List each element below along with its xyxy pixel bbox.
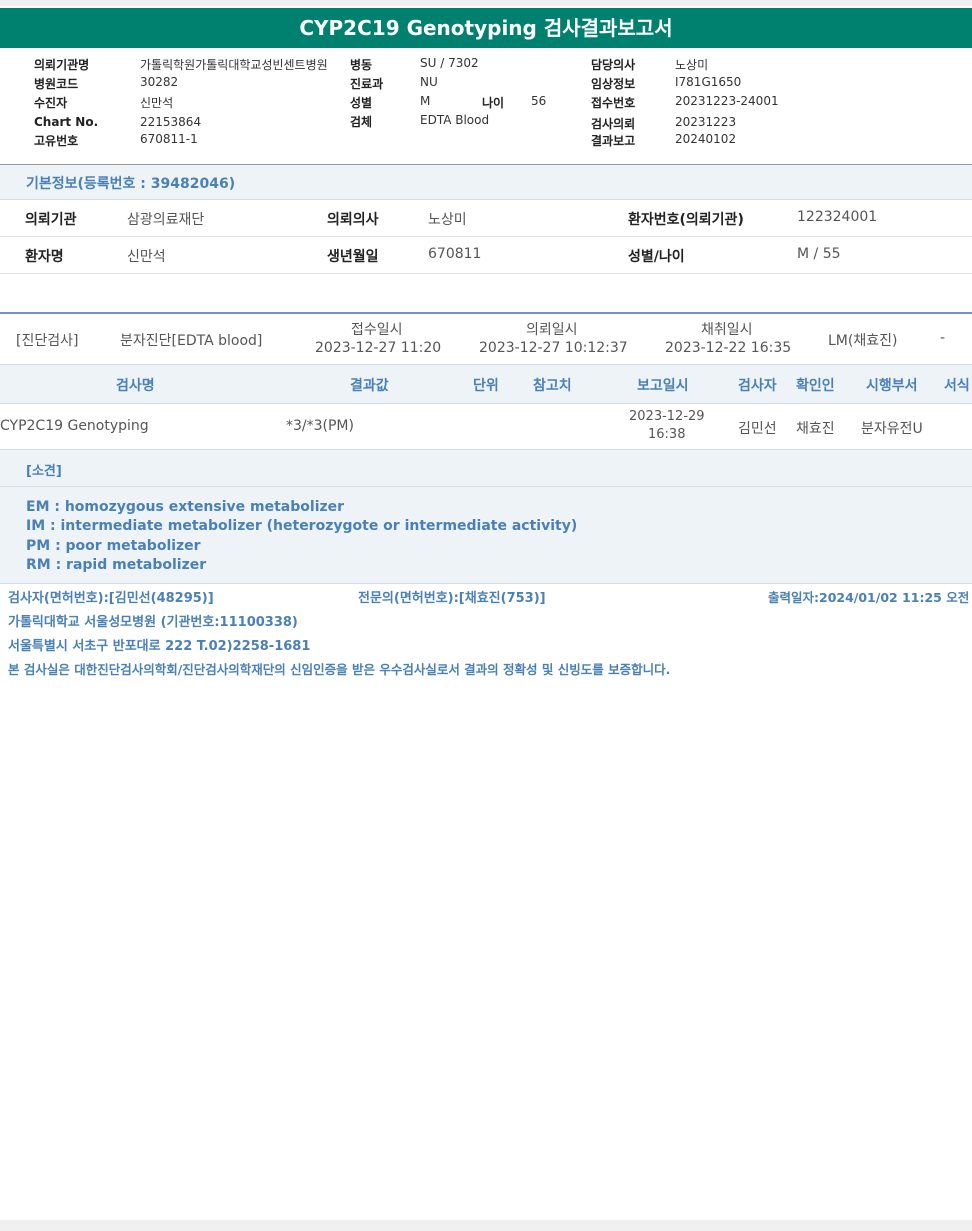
findings-body: EM : homozygous extensive metabolizer IM…: [0, 487, 972, 584]
collect-time-value: 2023-12-22 16:35: [665, 340, 792, 356]
result-row: CYP2C19 Genotyping *3/*3(PM) 2023-12-29 …: [0, 403, 972, 450]
hospital-code-value: 30282: [140, 75, 179, 89]
patient-value: 신만석: [140, 96, 174, 110]
patient-name-label: 환자명: [25, 249, 64, 265]
receipt-no-label: 접수번호: [591, 96, 636, 110]
finding-line-im: IM : intermediate metabolizer (heterozyg…: [26, 518, 578, 534]
request-date-label: 검사의뢰: [591, 117, 636, 131]
col-report-time: 보고일시: [637, 378, 689, 394]
req-org-label: 의뢰기관: [25, 212, 77, 228]
req-doctor-label: 의뢰의사: [327, 212, 379, 228]
footer-print-date: 출력일자:2024/01/02 11:25 오전: [768, 590, 970, 605]
bottom-border: [0, 1220, 972, 1231]
dept-label: 진료과: [350, 77, 384, 91]
age-value: 56: [531, 94, 547, 108]
top-border: [0, 0, 972, 6]
exam-type: 분자진단[EDTA blood]: [120, 333, 263, 349]
receipt-time-value: 2023-12-27 11:20: [315, 340, 442, 356]
basic-info-row-1: 의뢰기관 삼광의료재단 의뢰의사 노상미 환자번호(의뢰기관) 12232400…: [0, 200, 972, 237]
ward-label: 병동: [350, 58, 373, 72]
footer-hospital: 가톨릭대학교 서울성모병원 (기관번호:11100338): [8, 615, 298, 630]
patient-name-value: 신만석: [127, 249, 166, 265]
collect-time-label: 채취일시: [701, 322, 753, 338]
result-report-time: 16:38: [648, 427, 686, 442]
unique-no-value: 670811-1: [140, 132, 198, 146]
findings-title: [소견]: [26, 464, 62, 479]
footer-tester: 검사자(면허번호):[김민선(48295)]: [8, 591, 214, 606]
findings-header: [소견]: [0, 450, 972, 487]
sex-value: M: [420, 94, 431, 108]
report-title: CYP2C19 Genotyping 검사결과보고서: [0, 8, 972, 48]
dept-value: NU: [420, 75, 438, 89]
sex-age-value: M / 55: [797, 246, 841, 262]
doctor-value: 노상미: [675, 58, 709, 72]
basic-info-row-2: 환자명 신만석 생년월일 670811 성별/나이 M / 55: [0, 237, 972, 274]
birth-value: 670811: [428, 246, 482, 262]
footer-certification: 본 검사실은 대한진단검사의학회/진단검사의학재단의 신임인증을 받은 우수검사…: [8, 662, 671, 677]
sex-label: 성별: [350, 96, 373, 110]
institution-label: 의뢰기관명: [34, 58, 90, 72]
footer-address: 서울특별시 서초구 반포대로 222 T.02)2258-1681: [8, 639, 311, 654]
result-report-date: 2023-12-29: [629, 409, 705, 424]
footer-specialist: 전문의(면허번호):[채효진(753)]: [358, 591, 546, 606]
lm-dash: -: [940, 330, 946, 346]
request-date-value: 20231223: [675, 115, 737, 129]
finding-line-em: EM : homozygous extensive metabolizer: [26, 499, 345, 515]
col-reference: 참고치: [533, 378, 572, 394]
basic-info-title-bar: 기본정보(등록번호 : 39482046): [0, 165, 972, 200]
patient-no-label: 환자번호(의뢰기관): [628, 212, 744, 228]
receipt-no-value: 20231223-24001: [675, 94, 779, 108]
chart-no-value: 22153864: [140, 115, 202, 129]
report-date-value: 20240102: [675, 132, 737, 146]
report-date-label: 결과보고: [591, 134, 636, 148]
institution-value: 가톨릭학원가톨릭대학교성빈센트병원: [140, 58, 328, 72]
ward-value: SU / 7302: [420, 56, 479, 70]
request-time-label: 의뢰일시: [526, 322, 578, 338]
doctor-label: 담당의사: [591, 58, 636, 72]
lm-value: LM(채효진): [828, 333, 898, 349]
chart-no-label: Chart No.: [34, 115, 99, 129]
report-header: 의뢰기관명 가톨릭학원가톨릭대학교성빈센트병원 병원코드 30282 수진자 신…: [0, 52, 972, 162]
exam-info-row: [진단검사] 분자진단[EDTA blood] 접수일시 2023-12-27 …: [0, 314, 972, 364]
req-doctor-value: 노상미: [428, 212, 467, 228]
result-tester: 김민선: [738, 421, 777, 437]
result-test-name: CYP2C19 Genotyping: [0, 418, 149, 434]
patient-label: 수진자: [34, 96, 68, 110]
specimen-value: EDTA Blood: [420, 113, 490, 127]
birth-label: 생년월일: [327, 249, 379, 265]
col-department: 시행부서: [866, 378, 918, 394]
req-org-value: 삼광의료재단: [127, 212, 205, 228]
unique-no-label: 고유번호: [34, 134, 79, 148]
specimen-label: 검체: [350, 115, 373, 129]
exam-category: [진단검사]: [16, 333, 79, 349]
col-checker: 확인인: [796, 378, 835, 394]
basic-info-title: 기본정보(등록번호 : 39482046): [26, 176, 236, 192]
sex-age-label: 성별/나이: [628, 249, 685, 265]
request-time-value: 2023-12-27 10:12:37: [479, 340, 628, 356]
result-checker: 채효진: [796, 421, 835, 437]
result-department: 분자유전U: [861, 421, 923, 437]
hospital-code-label: 병원코드: [34, 77, 79, 91]
col-unit: 단위: [473, 378, 499, 394]
col-test-name: 검사명: [116, 378, 155, 394]
finding-line-rm: RM : rapid metabolizer: [26, 557, 207, 573]
finding-line-pm: PM : poor metabolizer: [26, 538, 201, 554]
col-result-value: 결과값: [350, 378, 389, 394]
patient-no-value: 122324001: [797, 209, 878, 225]
clinical-label: 임상정보: [591, 77, 636, 91]
receipt-time-label: 접수일시: [351, 322, 403, 338]
col-tester: 검사자: [738, 378, 777, 394]
results-header: 검사명 결과값 단위 참고치 보고일시 검사자 확인인 시행부서 서식: [0, 364, 972, 404]
clinical-value: I781G1650: [675, 75, 742, 89]
result-value: *3/*3(PM): [286, 418, 354, 434]
col-form: 서식: [944, 378, 970, 394]
age-label: 나이: [482, 96, 505, 110]
